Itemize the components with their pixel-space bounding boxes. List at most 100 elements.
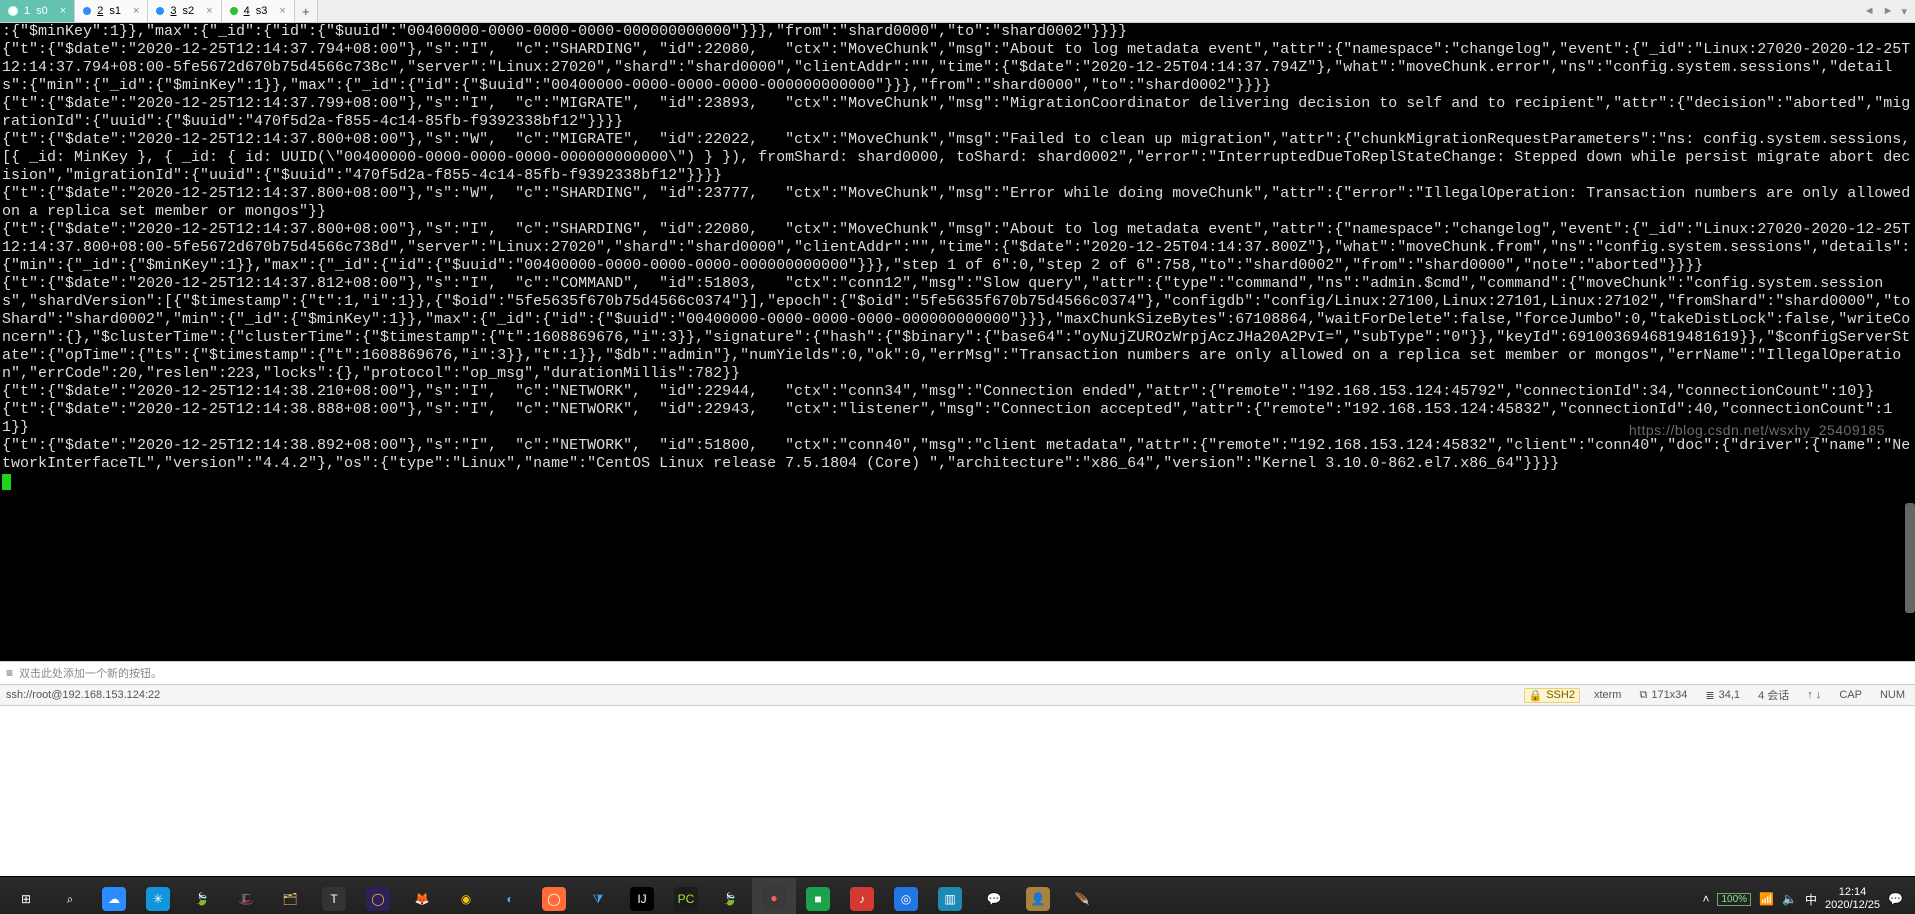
- taskbar-start[interactable]: ⊞: [4, 879, 48, 914]
- status-sessions: 4 会话: [1754, 687, 1793, 703]
- body-background: [0, 706, 1915, 876]
- close-icon[interactable]: ×: [206, 5, 212, 17]
- tray-network-icon[interactable]: 📶: [1759, 892, 1774, 906]
- tab-s0[interactable]: 1 s0 ×: [0, 0, 75, 22]
- hint-text: 双击此处添加一个新的按钮。: [19, 665, 162, 681]
- tab-index: 4: [244, 5, 250, 17]
- taskbar-vscode[interactable]: ⧩: [576, 879, 620, 914]
- taskbar-typora[interactable]: T: [312, 879, 356, 914]
- windows-taskbar: ⊞ ⌕ ☁ ✳ 🍃 🎩 🗂 T ◯ 🦊 ◉ ◐ ◯ ⧩ IJ PC 🍃 ● ■ ♪ ◎ ▥ 💬 👤 🪶 ˄ 100% 📶 🔈 中…: [0, 876, 1915, 914]
- tab-label: s2: [183, 5, 195, 17]
- taskbar-apache[interactable]: 🪶: [1060, 879, 1104, 914]
- status-transfer-icon: ↑ ↓: [1803, 689, 1825, 701]
- taskbar-xshell[interactable]: ●: [752, 878, 796, 914]
- app-green-icon: ■: [806, 887, 830, 911]
- tab-dot-icon: [83, 7, 91, 15]
- terminal-output[interactable]: :{"$minKey":1}},"max":{"_id":{"id":{"$uu…: [0, 23, 1915, 661]
- redhat-icon: 🎩: [234, 887, 258, 911]
- taskbar-pycharm[interactable]: PC: [664, 879, 708, 914]
- scrollbar-thumb[interactable]: [1905, 503, 1915, 613]
- taskbar-tencent[interactable]: ✳: [136, 879, 180, 914]
- taskbar-vmware[interactable]: ▥: [928, 879, 972, 914]
- status-cap: CAP: [1835, 689, 1866, 701]
- taskbar-html-viewer[interactable]: ◐: [488, 879, 532, 914]
- taskbar-postman[interactable]: ◯: [532, 879, 576, 914]
- xshell-icon: ●: [762, 886, 786, 910]
- tray-ime-icon[interactable]: 中: [1805, 891, 1817, 908]
- taskbar-app-green[interactable]: ■: [796, 879, 840, 914]
- start-icon: ⊞: [14, 887, 38, 911]
- taskbar-avatar[interactable]: 👤: [1016, 879, 1060, 914]
- tab-index: 1: [24, 5, 30, 17]
- app-blue-icon: ◎: [894, 887, 918, 911]
- file-manager-icon: 🗂: [278, 887, 302, 911]
- taskbar-file-manager[interactable]: 🗂: [268, 879, 312, 914]
- avatar-icon: 👤: [1026, 887, 1050, 911]
- apache-icon: 🪶: [1070, 887, 1094, 911]
- tab-dot-icon: [8, 6, 18, 16]
- taskbar-intellij[interactable]: IJ: [620, 879, 664, 914]
- tab-index: 2: [97, 5, 103, 17]
- tab-dot-icon: [156, 7, 164, 15]
- taskbar-mongodb[interactable]: 🍃: [180, 879, 224, 914]
- add-tab-button[interactable]: +: [295, 0, 318, 22]
- netease-music-icon: ♪: [850, 887, 874, 911]
- close-icon[interactable]: ×: [279, 5, 285, 17]
- taskbar-eclipse[interactable]: ◯: [356, 879, 400, 914]
- terminal-cursor: [2, 474, 11, 490]
- status-bar: ssh://root@192.168.153.124:22 🔒 SSH2 xte…: [0, 685, 1915, 706]
- tab-label: s1: [109, 5, 121, 17]
- close-icon[interactable]: ×: [60, 5, 66, 17]
- wechat-icon: 💬: [982, 887, 1006, 911]
- terminal-scrollbar[interactable]: [1905, 23, 1915, 661]
- typora-icon: T: [322, 887, 346, 911]
- taskbar-firefox[interactable]: 🦊: [400, 879, 444, 914]
- tab-dot-icon: [230, 7, 238, 15]
- tray-chevron-up-icon[interactable]: ˄: [1702, 892, 1709, 906]
- tab-nav-left-icon[interactable]: ◄: [1864, 5, 1875, 17]
- taskbar-baidu-netdisk[interactable]: ☁: [92, 879, 136, 914]
- baidu-netdisk-icon: ☁: [102, 887, 126, 911]
- html-viewer-icon: ◐: [498, 887, 522, 911]
- status-ssh: 🔒 SSH2: [1524, 688, 1580, 703]
- taskbar-netease-music[interactable]: ♪: [840, 879, 884, 914]
- system-tray[interactable]: ˄ 100% 📶 🔈 中 12:14 2020/12/25 💬: [1694, 886, 1911, 912]
- search-icon: ⌕: [58, 887, 82, 911]
- tray-notifications-icon[interactable]: 💬: [1888, 892, 1903, 906]
- tab-s3[interactable]: 4 s3 ×: [222, 0, 295, 22]
- taskbar-chrome[interactable]: ◉: [444, 879, 488, 914]
- mongodb-icon: 🍃: [190, 887, 214, 911]
- postman-icon: ◯: [542, 887, 566, 911]
- pycharm-icon: PC: [674, 887, 698, 911]
- tab-index: 3: [170, 5, 176, 17]
- taskbar-app-blue[interactable]: ◎: [884, 879, 928, 914]
- tray-battery[interactable]: 100%: [1717, 893, 1751, 906]
- tab-label: s0: [36, 5, 48, 17]
- firefox-icon: 🦊: [410, 887, 434, 911]
- vscode-icon: ⧩: [586, 887, 610, 911]
- taskbar-leaf-app[interactable]: 🍃: [708, 879, 752, 914]
- tab-nav-menu-icon[interactable]: ▾: [1901, 5, 1907, 18]
- taskbar-redhat[interactable]: 🎩: [224, 879, 268, 914]
- taskbar-search[interactable]: ⌕: [48, 879, 92, 914]
- leaf-app-icon: 🍃: [718, 887, 742, 911]
- status-term: xterm: [1590, 689, 1626, 701]
- status-size: ⧉ 171x34: [1635, 689, 1691, 702]
- close-icon[interactable]: ×: [133, 5, 139, 17]
- menu-icon[interactable]: ≡: [6, 666, 13, 680]
- status-cursor-pos: ≣ 34,1: [1701, 689, 1744, 702]
- tencent-icon: ✳: [146, 887, 170, 911]
- vmware-icon: ▥: [938, 887, 962, 911]
- eclipse-icon: ◯: [366, 887, 390, 911]
- chrome-icon: ◉: [454, 887, 478, 911]
- tab-s2[interactable]: 3 s2 ×: [148, 0, 221, 22]
- tab-label: s3: [256, 5, 268, 17]
- tab-nav-right-icon[interactable]: ►: [1883, 5, 1894, 17]
- tab-s1[interactable]: 2 s1 ×: [75, 0, 148, 22]
- tray-clock[interactable]: 12:14 2020/12/25: [1825, 886, 1880, 912]
- tray-sound-icon[interactable]: 🔈: [1782, 892, 1797, 906]
- quick-button-bar[interactable]: ≡ 双击此处添加一个新的按钮。: [0, 661, 1915, 685]
- status-connection: ssh://root@192.168.153.124:22: [6, 689, 160, 701]
- taskbar-wechat[interactable]: 💬: [972, 879, 1016, 914]
- session-tab-bar: 1 s0 × 2 s1 × 3 s2 × 4 s3 × + ◄ ► ▾: [0, 0, 1915, 23]
